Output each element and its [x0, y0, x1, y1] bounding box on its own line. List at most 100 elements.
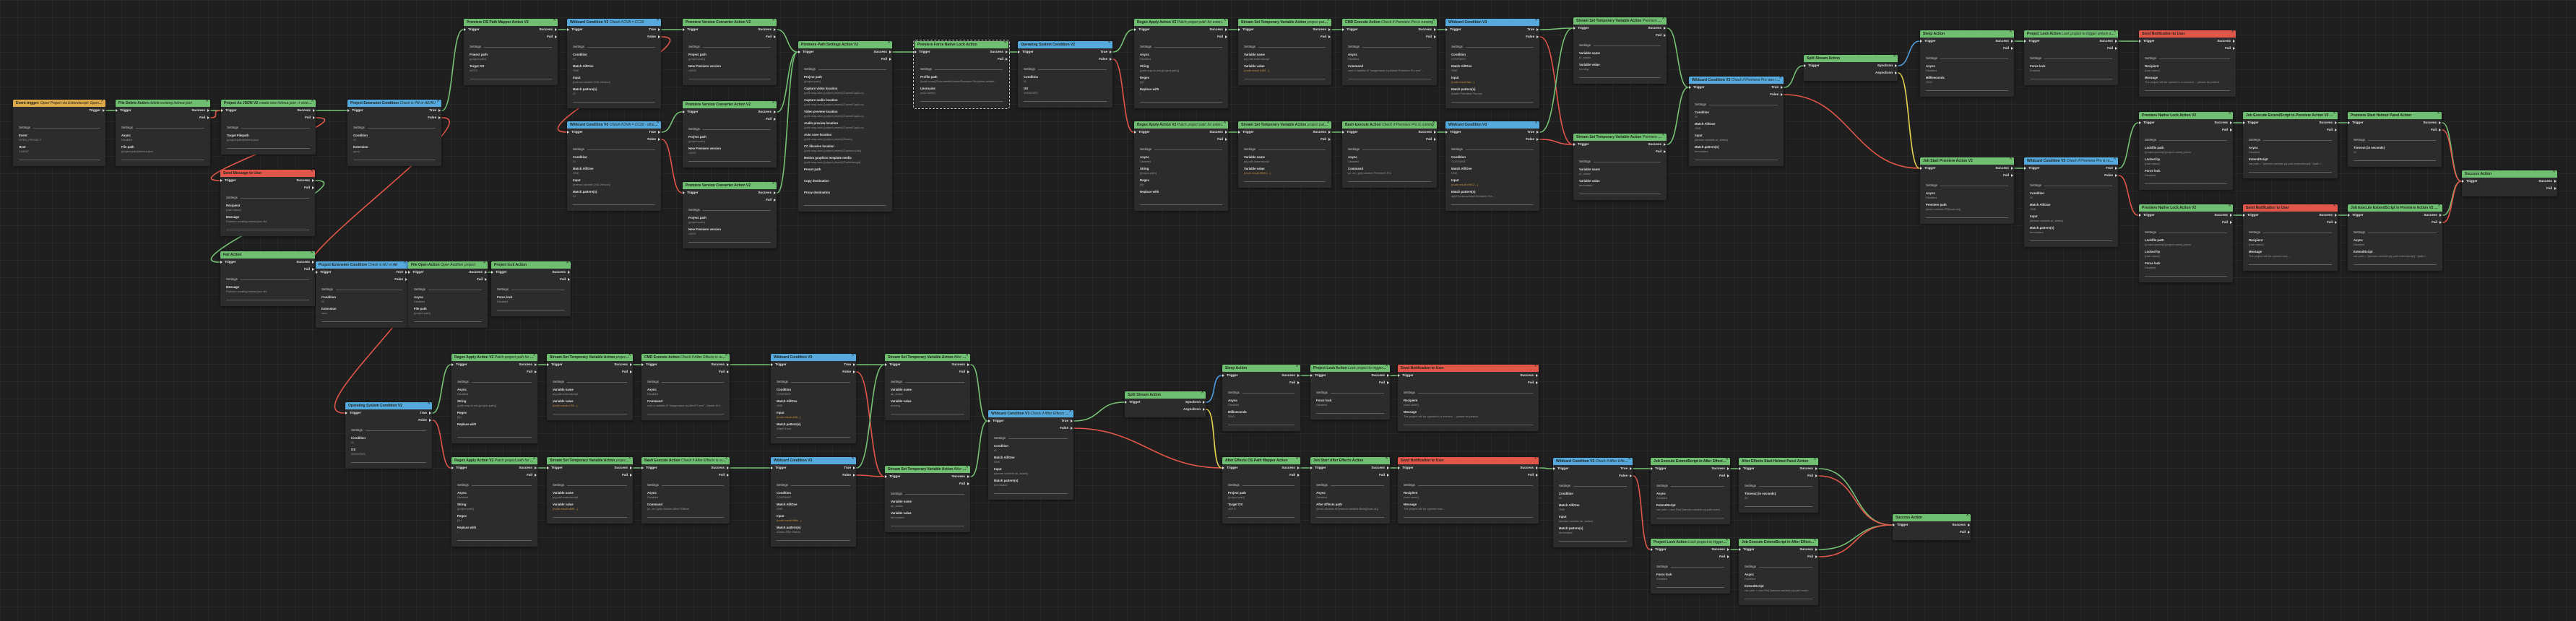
output-port-success[interactable]: Success: [1209, 130, 1223, 134]
collapse-icon[interactable]: ^: [1779, 77, 1781, 81]
node-plock1[interactable]: Project Lock Action Lock project to trig…: [2024, 30, 2118, 85]
collapse-icon[interactable]: ^: [1108, 41, 1110, 45]
collapse-icon[interactable]: ^: [2553, 170, 2555, 175]
node-header[interactable]: Send Notification to User: [2243, 204, 2338, 212]
node-pec1[interactable]: Project Extension Condition Check is PR …: [347, 100, 441, 166]
input-port-trigger[interactable]: Trigger: [1138, 27, 1150, 32]
collapse-icon[interactable]: ^: [1004, 41, 1006, 45]
output-port-false[interactable]: False: [647, 35, 656, 39]
output-port-success[interactable]: Success: [1281, 373, 1295, 378]
output-port-fail[interactable]: Fail: [766, 198, 771, 202]
output-port-success[interactable]: Success: [1711, 466, 1725, 471]
node-bashae[interactable]: Bash Execute Action Check if After Effec…: [641, 457, 730, 524]
input-port-trigger[interactable]: Trigger: [2247, 213, 2259, 217]
input-port-trigger[interactable]: Trigger: [1129, 400, 1141, 404]
node-opm[interactable]: Premiere OS Path Mapper Action V2^Trigge…: [464, 19, 558, 85]
collapse-icon[interactable]: ^: [966, 354, 968, 358]
output-port-asynchron[interactable]: Asynchron: [1875, 71, 1893, 75]
node-header[interactable]: Job Execute ExtendScript in Premiere Act…: [2243, 112, 2338, 119]
output-port-trigger[interactable]: Trigger: [89, 108, 100, 113]
output-port-fail[interactable]: Fail: [1379, 381, 1385, 385]
output-port-success[interactable]: Success: [1520, 466, 1534, 470]
node-fd[interactable]: File Delete Action delete existing helmu…: [116, 100, 210, 166]
input-port-trigger[interactable]: Trigger: [2143, 39, 2155, 43]
output-port-success[interactable]: Success: [990, 50, 1003, 54]
setting-value[interactable]: {node.result.39e01...}: [1244, 171, 1326, 175]
node-split1[interactable]: Split Stream Action^TriggerSynchronAsync…: [1804, 55, 1898, 81]
input-port-trigger[interactable]: Trigger: [1924, 39, 1936, 43]
node-header[interactable]: Stream Set Temporary Variable Action pro…: [1238, 19, 1331, 26]
output-port-true[interactable]: True: [420, 411, 427, 415]
output-port-success[interactable]: Success: [2424, 213, 2437, 217]
output-port-true[interactable]: True: [1771, 85, 1778, 90]
collapse-icon[interactable]: ^: [1386, 365, 1388, 369]
input-port-trigger[interactable]: Trigger: [993, 419, 1004, 423]
collapse-icon[interactable]: ^: [1893, 55, 1896, 59]
input-port-trigger[interactable]: Trigger: [687, 110, 699, 114]
input-port-trigger[interactable]: Trigger: [225, 178, 236, 183]
output-port-fail[interactable]: Fail: [719, 473, 725, 477]
node-header[interactable]: Operating System Condition V2: [345, 402, 432, 409]
output-port-success[interactable]: Success: [873, 50, 887, 54]
node-rx1[interactable]: Regex Apply Action V2 Patch project path…: [1134, 19, 1228, 108]
input-port-trigger[interactable]: Trigger: [2466, 179, 2478, 183]
setting-value[interactable]: {node.result.a05i...}: [777, 415, 850, 420]
collapse-icon[interactable]: ^: [2333, 112, 2335, 116]
collapse-icon[interactable]: ^: [206, 100, 208, 104]
node-svrun[interactable]: Stream Set Temporary Variable Action Pre…: [1573, 17, 1667, 84]
input-port-trigger[interactable]: Trigger: [1315, 466, 1326, 470]
input-port-trigger[interactable]: Trigger: [1315, 373, 1326, 378]
node-header[interactable]: Project Extension Condition Check is AU …: [316, 261, 408, 269]
collapse-icon[interactable]: ^: [888, 41, 890, 45]
input-port-trigger[interactable]: Trigger: [687, 191, 699, 195]
output-port-success[interactable]: Success: [552, 270, 566, 274]
input-port-trigger[interactable]: Trigger: [646, 466, 657, 470]
collapse-icon[interactable]: ^: [852, 457, 854, 461]
collapse-icon[interactable]: ^: [1534, 365, 1536, 369]
node-header[interactable]: Wildcard Condition V3: [771, 457, 856, 464]
output-port-fail[interactable]: Fail: [2546, 186, 2552, 191]
output-port-success[interactable]: Success: [2423, 121, 2437, 125]
node-pls[interactable]: Project lock Action^TriggerSuccessFailSe…: [491, 261, 571, 316]
node-foa[interactable]: File Open Action Open Audition project^T…: [408, 261, 488, 328]
input-port-trigger[interactable]: Trigger: [646, 362, 657, 367]
node-header[interactable]: After Effects OS Path Mapper Action: [1222, 457, 1300, 464]
node-header[interactable]: Premiere Path Settings Action V2: [798, 41, 892, 48]
input-port-trigger[interactable]: Trigger: [352, 108, 363, 113]
node-header[interactable]: Premiere Start Helmut Panel Action: [2348, 112, 2442, 119]
node-succ1[interactable]: Success Action^TriggerSuccessFail: [2462, 170, 2557, 196]
output-port-success[interactable]: Success: [1648, 26, 1661, 30]
node-header[interactable]: Send Notification to User: [2139, 30, 2236, 38]
output-port-success[interactable]: Success: [1799, 466, 1813, 471]
input-port-trigger[interactable]: Trigger: [571, 27, 583, 32]
input-port-trigger[interactable]: Trigger: [1655, 466, 1667, 471]
collapse-icon[interactable]: ^: [533, 457, 535, 461]
output-port-fail[interactable]: Fail: [1960, 530, 1966, 534]
node-fa1[interactable]: Fail Action^TriggerSuccessFailSettingsMe…: [220, 251, 315, 306]
input-port-trigger[interactable]: Trigger: [1450, 130, 1461, 134]
output-port-true[interactable]: True: [649, 130, 656, 134]
node-header[interactable]: Premiere OS Path Mapper Action V2: [464, 19, 558, 26]
output-port-success[interactable]: Success: [519, 362, 532, 367]
output-port-success[interactable]: Success: [711, 362, 725, 367]
collapse-icon[interactable]: ^: [2010, 157, 2012, 162]
output-port-false[interactable]: False: [1619, 474, 1628, 478]
output-port-true[interactable]: True: [1527, 27, 1534, 32]
output-port-success[interactable]: Success: [2319, 121, 2333, 125]
node-conv1[interactable]: Premiere Version Converter Action V2^Tri…: [683, 19, 777, 85]
output-port-success[interactable]: Success: [2538, 179, 2552, 183]
output-port-true[interactable]: True: [649, 27, 656, 32]
input-port-trigger[interactable]: Trigger: [2028, 166, 2040, 170]
input-port-trigger[interactable]: Trigger: [225, 108, 237, 113]
output-port-fail[interactable]: Fail: [1807, 474, 1813, 478]
collapse-icon[interactable]: ^: [1628, 458, 1630, 462]
node-split2[interactable]: Split Stream Action^TriggerSynchronAsync…: [1125, 391, 1206, 417]
output-port-fail[interactable]: Fail: [1289, 381, 1295, 385]
output-port-fail[interactable]: Fail: [1321, 35, 1326, 39]
output-port-success[interactable]: Success: [614, 466, 628, 470]
collapse-icon[interactable]: ^: [1535, 19, 1537, 23]
node-header[interactable]: Wildcard Condition V3 Check if Premiere …: [2024, 157, 2118, 165]
node-snotif4[interactable]: Send Notification to User^TriggerSuccess…: [1398, 457, 1539, 524]
output-port-fail[interactable]: Fail: [2003, 173, 2009, 178]
node-header[interactable]: Stream Set Temporary Variable Action Aft…: [885, 466, 970, 473]
